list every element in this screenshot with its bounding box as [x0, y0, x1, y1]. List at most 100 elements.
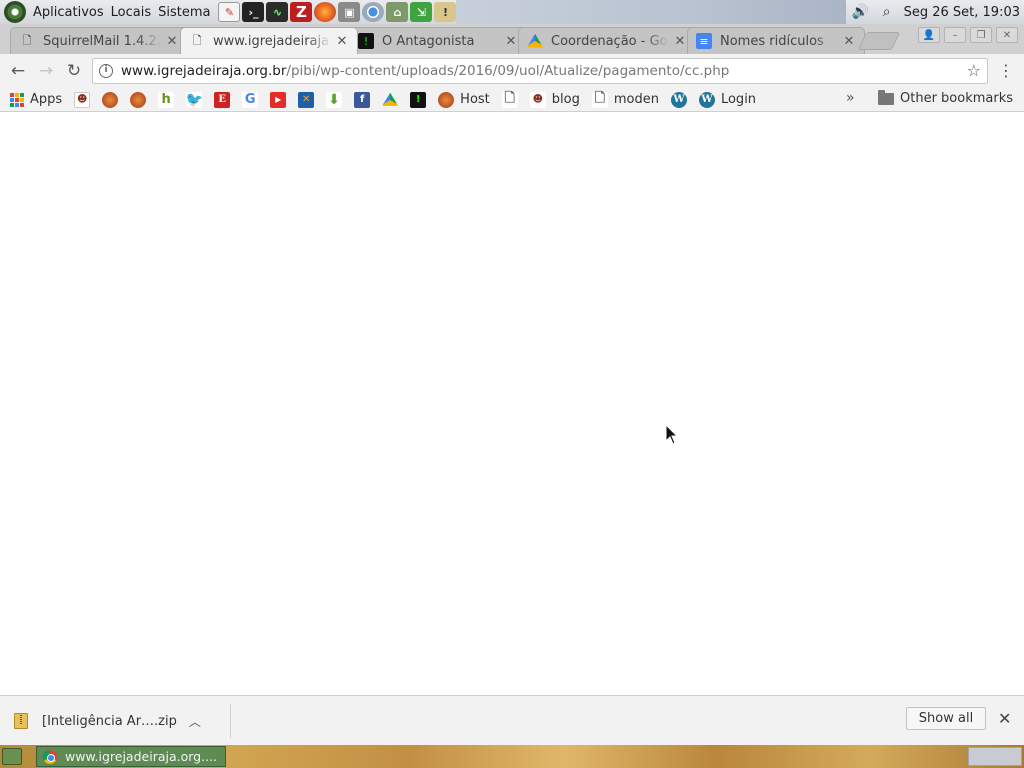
wordpress-icon: W [698, 91, 715, 108]
site-info-icon[interactable]: i [99, 64, 113, 78]
bookmarks-overflow-button[interactable]: » [846, 90, 855, 106]
window-controls: 👤 – ❐ ✕ [918, 27, 1018, 43]
bookmark-login[interactable]: W Login [698, 91, 757, 108]
panel-clock[interactable]: Seg 26 Set, 19:03 [904, 5, 1020, 20]
chrome-icon[interactable] [362, 2, 385, 22]
menu-aplicativos[interactable]: Aplicativos [33, 5, 104, 20]
bookmark-youtube[interactable]: ▶ [270, 91, 287, 108]
taskbar-window-title: www.igrejadeiraja.org.... [65, 749, 217, 764]
panel-launchers: ✎ ›_ ∿ Z ▣ ⌂ ⇲ ! [218, 2, 457, 22]
e-icon: E [214, 91, 231, 108]
close-icon[interactable]: ✕ [335, 34, 349, 49]
close-icon[interactable]: ✕ [998, 709, 1011, 728]
taskbar-window-button[interactable]: www.igrejadeiraja.org.... [36, 746, 226, 767]
bookmark-wordpress[interactable]: W [670, 91, 687, 108]
tab-google-drive[interactable]: Coordenação - Google Drive ✕ [518, 27, 696, 54]
reload-button[interactable]: ↻ [60, 57, 88, 85]
bookmark-facebook[interactable]: f [354, 91, 371, 108]
page-content[interactable] [0, 113, 1024, 695]
bookmark-antagonista[interactable]: ! [410, 91, 427, 108]
volume-icon[interactable]: 🔊 [852, 3, 870, 21]
bookmark-ball-2[interactable] [130, 91, 147, 108]
bookmark-google-drive[interactable] [382, 92, 399, 108]
tab-igrejadeiraja[interactable]: 🗋 www.igrejadeiraja.org.br ✕ [180, 27, 358, 54]
owl-icon: ☻ [529, 91, 546, 108]
close-icon[interactable]: ✕ [165, 34, 179, 49]
google-drive-icon [382, 92, 399, 106]
bookmark-moden[interactable]: 🗋 moden [591, 91, 659, 108]
chrome-menu-icon[interactable]: ⋮ [998, 63, 1014, 79]
bookmark-page[interactable]: 🗋 [501, 91, 518, 108]
mouse-cursor-icon [665, 423, 679, 450]
tab-antagonista[interactable]: ! O Antagonista ✕ [349, 27, 527, 54]
chevron-up-icon[interactable]: ︿ [189, 713, 201, 730]
exit-icon[interactable]: ⇲ [410, 2, 433, 22]
tab-squirrelmail[interactable]: 🗋 SquirrelMail 1.4.22 ✕ [10, 27, 188, 54]
tab-strip: 🗋 SquirrelMail 1.4.22 ✕ ! O Antagonista … [0, 24, 1024, 54]
bookmark-e[interactable]: E [214, 91, 231, 108]
ball-icon [130, 91, 147, 108]
distro-logo-icon[interactable] [4, 1, 26, 23]
download-separator [230, 704, 231, 738]
back-button[interactable]: ← [4, 57, 32, 85]
download-item[interactable]: [Inteligência Ar….zip ︿ [14, 708, 201, 734]
close-window-button[interactable]: ✕ [996, 27, 1018, 43]
download-shelf: [Inteligência Ar….zip ︿ Show all ✕ [0, 695, 1024, 745]
download-filename: [Inteligência Ar….zip [42, 713, 177, 729]
terminal-icon[interactable]: ›_ [242, 2, 265, 22]
screenshot-icon[interactable]: ▣ [338, 2, 361, 22]
other-bookmarks-button[interactable]: Other bookmarks [878, 89, 1014, 106]
workspace-switcher[interactable] [968, 747, 1022, 766]
bookmark-google[interactable]: G [242, 91, 259, 108]
update-icon[interactable]: ! [434, 2, 457, 22]
other-bookmarks-label: Other bookmarks [900, 91, 1014, 106]
facebook-icon: f [354, 91, 371, 108]
antagonista-icon: ! [358, 33, 374, 49]
page-icon: 🗋 [192, 33, 202, 47]
owl-icon: ☻ [74, 91, 91, 108]
bookmark-twitter[interactable]: 🐦 [185, 91, 203, 108]
system-monitor-icon[interactable]: ∿ [266, 2, 289, 22]
show-all-button[interactable]: Show all [906, 707, 986, 730]
close-icon[interactable]: ✕ [673, 34, 687, 49]
address-bar[interactable]: i www.igrejadeiraja.org.br/pibi/wp-conte… [92, 58, 988, 84]
home-folder-icon[interactable]: ⌂ [386, 2, 409, 22]
bookmark-label: Login [720, 92, 757, 107]
bookmark-download[interactable]: ⬇ [326, 91, 343, 108]
bookmark-label: blog [551, 92, 580, 107]
close-icon[interactable]: ✕ [842, 34, 856, 49]
bookmark-star-icon[interactable]: ☆ [967, 61, 981, 80]
ball-icon [102, 91, 119, 108]
show-desktop-icon[interactable] [2, 748, 22, 765]
google-docs-icon: ≡ [696, 33, 712, 49]
bookmark-ball-1[interactable] [102, 91, 119, 108]
filezilla-icon[interactable]: Z [290, 2, 313, 22]
youtube-icon: ▶ [270, 91, 287, 108]
menu-locais[interactable]: Locais [111, 5, 151, 20]
google-drive-icon [527, 33, 543, 48]
folder-icon [878, 89, 894, 105]
bookmark-caixa[interactable]: ✕ [298, 91, 315, 108]
url-path: /pibi/wp-content/uploads/2016/09/uol/Atu… [286, 63, 730, 79]
firefox-icon[interactable] [314, 2, 337, 22]
network-icon[interactable]: ⌕ [878, 3, 896, 21]
chrome-icon [43, 749, 57, 764]
forward-button[interactable]: → [32, 57, 60, 85]
bookmark-blog[interactable]: ☻ blog [529, 91, 580, 108]
new-tab-button[interactable] [857, 32, 901, 50]
text-editor-icon[interactable]: ✎ [218, 2, 241, 22]
url-host: www.igrejadeiraja.org.br [121, 63, 287, 79]
tab-nomes-ridiculos[interactable]: ≡ Nomes ridículos ✕ [687, 27, 865, 54]
minimize-button[interactable]: – [944, 27, 966, 43]
bookmark-hr[interactable]: h [158, 91, 175, 108]
menu-sistema[interactable]: Sistema [158, 5, 210, 20]
profile-icon[interactable]: 👤 [918, 27, 940, 43]
bookmark-owl[interactable]: ☻ [74, 91, 91, 108]
maximize-button[interactable]: ❐ [970, 27, 992, 43]
bookmark-host[interactable]: Host [438, 91, 490, 108]
tab-title: SquirrelMail 1.4.22 [43, 33, 161, 49]
tab-title: Nomes ridículos [720, 33, 824, 49]
close-icon[interactable]: ✕ [504, 34, 518, 49]
google-icon: G [242, 91, 259, 108]
bookmark-apps[interactable]: Apps [10, 92, 62, 107]
